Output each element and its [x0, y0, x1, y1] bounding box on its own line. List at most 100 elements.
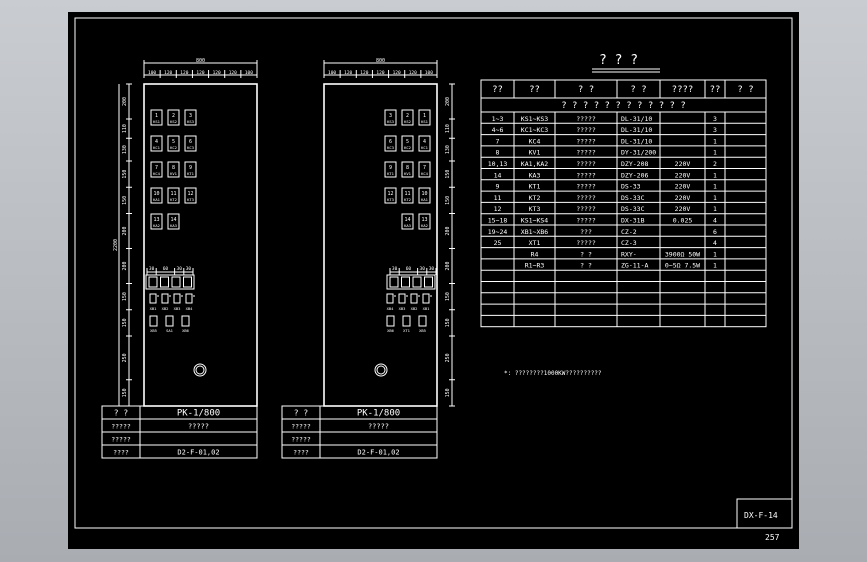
title-block-value: PK-1/800 — [357, 409, 400, 419]
terminal-slot — [424, 276, 433, 288]
title-block-value: PK-1/800 — [177, 409, 220, 419]
bom-cell: DY-31/200 — [621, 149, 656, 157]
height-total: 2200 — [113, 239, 119, 251]
width-segment: 120 — [196, 70, 204, 76]
bom-cell: ????? — [576, 194, 596, 202]
bom-cell: 0.025 — [673, 217, 693, 225]
terminal-slot — [183, 276, 192, 288]
relay-label: KA1 — [153, 197, 161, 202]
height-segment: 250 — [445, 353, 451, 362]
height-segment: 200 — [445, 97, 451, 106]
height-segment: 150 — [122, 196, 128, 205]
relay-label: KA3 — [170, 223, 177, 228]
bom-cell: 1 — [713, 171, 717, 179]
bom-cell: ????? — [576, 160, 596, 168]
width-segment: 100 — [245, 70, 253, 76]
bom-cell: KT1 — [529, 183, 541, 191]
relay-label: KT3 — [387, 197, 394, 202]
width-total: 800 — [196, 58, 205, 64]
sub-width: 30 — [429, 266, 435, 272]
bom-header: ? ? — [630, 85, 646, 95]
switch-label: XB3 — [174, 306, 181, 311]
relay-label: KT2 — [170, 197, 177, 202]
bom-table: ????? ?? ???????? ?? ? ? ? ? ? ? ? ? ? ?… — [480, 79, 767, 328]
height-segment: 150 — [445, 388, 451, 397]
relay-label: KA3 — [404, 223, 411, 228]
indicator-lamp-inner — [376, 365, 386, 375]
width-segment: 120 — [229, 70, 237, 76]
switch-box — [173, 293, 181, 304]
height-segment: 130 — [122, 145, 128, 154]
bom-cell: KT3 — [529, 205, 541, 213]
bom-cell: 14 — [494, 171, 502, 179]
relay-label: KS3 — [187, 119, 194, 124]
bom-cell: 3900Ω 50W — [665, 250, 700, 258]
bom-cell: KS1~KS3 — [521, 115, 548, 123]
switch-label: XB4 — [387, 306, 395, 311]
title-block-value: D2-F-01,02 — [357, 449, 399, 457]
bom-cell: DS-33C — [621, 205, 645, 213]
height-segment: 200 — [122, 97, 128, 106]
bom-cell: CZ-2 — [621, 228, 637, 236]
bom-cell: 1 — [713, 194, 717, 202]
bom-cell: 4 — [713, 217, 717, 225]
height-segment: 150 — [445, 318, 451, 327]
bom-cell: 4 — [713, 239, 717, 247]
panel-outline — [143, 83, 258, 407]
relay-label: KC1 — [153, 145, 161, 150]
bom-cell: RXY- — [621, 250, 637, 258]
bom-cell: 1 — [713, 149, 717, 157]
height-segment: 150 — [445, 170, 451, 179]
switch-label: XB1 — [150, 306, 158, 311]
bom-header: ?? — [492, 85, 503, 95]
bom-section-title: ? ? ? ? ? ? ? ? ? ? ? ? — [561, 101, 686, 111]
bom-cell: 6 — [713, 228, 717, 236]
bom-header: ? ? — [737, 85, 753, 95]
width-segment: 120 — [213, 70, 221, 76]
bom-cell: CZ-3 — [621, 239, 637, 247]
bom-cell: ? ? — [580, 250, 592, 258]
bom-cell: ????? — [576, 217, 596, 225]
relay-label: KT2 — [404, 197, 411, 202]
relay-label: KS2 — [404, 119, 411, 124]
switch-box — [418, 315, 427, 327]
height-segment: 150 — [122, 388, 128, 397]
bom-cell: 0~5Ω 7.5W — [665, 262, 700, 270]
bom-cell: DL-31/10 — [621, 137, 652, 145]
height-segment: 250 — [122, 353, 128, 362]
width-segment: 120 — [344, 70, 352, 76]
title-block-label: ????? — [111, 436, 131, 444]
height-segment: 200 — [122, 261, 128, 270]
width-segment: 120 — [409, 70, 417, 76]
sub-width: 30 — [419, 266, 425, 272]
switch-label: XB2 — [162, 306, 169, 311]
title-block-value: ????? — [188, 423, 209, 431]
width-segment: 100 — [328, 70, 336, 76]
bom-cell: KV1 — [529, 149, 541, 157]
relay-label: KC4 — [421, 171, 429, 176]
bom-cell: KC1~KC3 — [521, 126, 548, 134]
bom-cell: DZY-206 — [621, 171, 648, 179]
switch-box — [386, 293, 394, 304]
bom-cell: KS1~KS4 — [521, 217, 548, 225]
switch-box — [181, 315, 190, 327]
terminal-slot — [401, 276, 410, 288]
switch-box — [149, 315, 158, 327]
bom-header: ? ? — [578, 85, 594, 95]
switch-label: SA1 — [166, 328, 174, 333]
height-segment: 200 — [445, 261, 451, 270]
relay-label: KC4 — [153, 171, 161, 176]
bom-cell: 3 — [713, 115, 717, 123]
bom-header: ???? — [672, 85, 694, 95]
title-block-label: ? ? — [114, 409, 129, 418]
bom-cell: XB1~XB6 — [521, 228, 548, 236]
height-segment: 150 — [122, 170, 128, 179]
bom-cell: 1~3 — [492, 115, 504, 123]
bom-cell: 7 — [496, 137, 500, 145]
bom-cell: 1 — [713, 250, 717, 258]
height-segment: 150 — [445, 196, 451, 205]
sub-width: 30 — [176, 266, 182, 272]
relay-label: KC3 — [187, 145, 194, 150]
switch-label: XB2 — [411, 306, 418, 311]
bom-cell: 4~6 — [492, 126, 504, 134]
